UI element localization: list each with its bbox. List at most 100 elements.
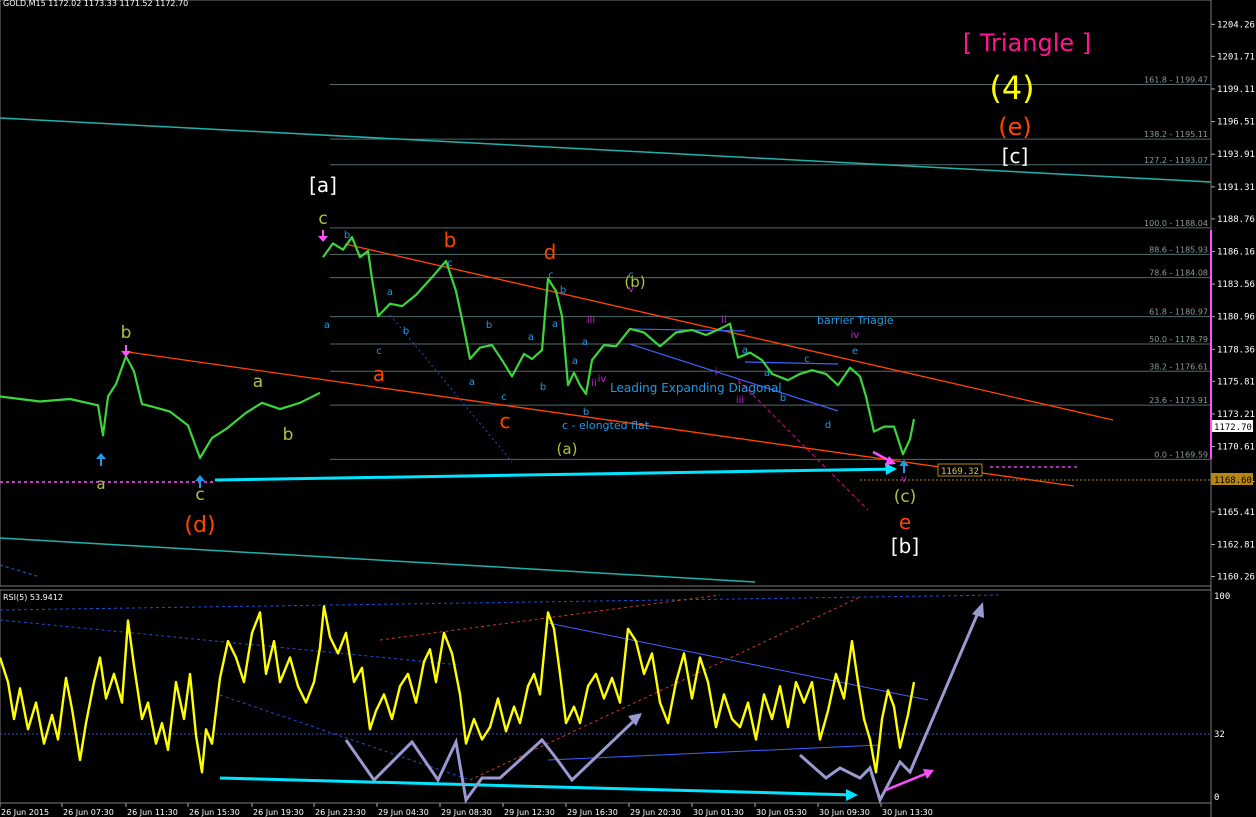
roman-ii-label: ii [591, 378, 597, 389]
cyan-support-arrow [214, 467, 896, 482]
price-tick-label: 1193.91 [1217, 150, 1255, 160]
green-b-label: b [121, 323, 132, 343]
wave-a-bracket-label: [a] [309, 173, 337, 197]
sub-d-label: d [825, 420, 831, 431]
orange-a-label: a [373, 362, 385, 386]
time-tick-label: 29 Jun 16:30 [567, 808, 618, 817]
chart-canvas: 161.8 - 1199.47 138.2 - 1195.11 127.2 - 11… [0, 0, 1255, 817]
rsi-dotted-3 [219, 694, 471, 781]
sub-e-label: e [852, 346, 858, 357]
level-box-label: 1169.32 [941, 467, 979, 477]
rsi-tick-100: 100 [1214, 592, 1230, 602]
sub-b-label-4: b [540, 382, 546, 393]
fib-label: 38.2 - 1176.61 [1149, 362, 1208, 371]
rsi-panel: RSI(5) 53.9412 100 32 0 [0, 592, 1230, 804]
wave-b-bracket-label: [b] [891, 534, 919, 558]
fib-label: 23.6 - 1173.91 [1149, 396, 1208, 405]
roman-iv-label-2: iv [851, 330, 860, 341]
price-tick-label: 1173.21 [1217, 410, 1255, 420]
roman-ii-label-2: ii [721, 315, 727, 326]
leading-diagonal-label: Leading Expanding Diagonal [610, 381, 782, 395]
current-price-tag: 1172.70 [1214, 423, 1252, 433]
sub-c-label: c [376, 346, 382, 357]
rsi-label: RSI(5) 53.9412 [3, 593, 63, 602]
price-tick-label: 1162.81 [1217, 540, 1255, 550]
roman-iii-label: iii [587, 315, 595, 326]
price-tick-label: 1180.96 [1217, 313, 1255, 323]
sub-b-label: b [344, 230, 350, 241]
green-a-label: a [253, 372, 263, 392]
price-tick-label: 1201.71 [1217, 52, 1255, 62]
fib-label: 127.2 - 1193.07 [1144, 156, 1208, 165]
time-tick-label: 26 Jun 19:30 [253, 808, 304, 817]
barrier-triangle-label: barrier Triagle [817, 314, 894, 327]
sub-a-label-4: a [528, 332, 534, 343]
sub-c-label-4: c [548, 270, 554, 281]
orange-d-label: d [544, 240, 557, 264]
green-a-label-2: a [96, 475, 105, 493]
fib-label: 138.2 - 1195.11 [1144, 130, 1208, 139]
price-tick-label: 1191.31 [1217, 183, 1255, 193]
wave-a-paren-label: (a) [557, 440, 578, 458]
time-tick-label: 26 Jun 11:30 [127, 808, 178, 817]
price-tick-label: 1160.26 [1217, 572, 1255, 582]
roman-iii-label-2: iii [736, 395, 744, 406]
triangle-barrier-line [744, 361, 839, 365]
price-tick-label: 1188.76 [1217, 215, 1255, 225]
sub-b-label-7: b [780, 393, 786, 404]
wave-c-paren-label: (c) [894, 487, 917, 507]
chart-title: GOLD,M15 1172.02 1173.33 1171.52 1172.70 [3, 0, 188, 8]
price-tick-label: 1204.26 [1217, 20, 1255, 30]
triangle-label: [ Triangle ] [963, 29, 1091, 57]
wave-c-bracket-label: [c] [1002, 144, 1029, 168]
rsi-dotted-1 [0, 594, 1001, 611]
sub-a-label: a [324, 320, 330, 331]
sub-a-label-2: a [387, 287, 393, 298]
time-tick-label: 29 Jun 04:30 [378, 808, 429, 817]
price-tick-label: 1165.41 [1217, 508, 1255, 518]
rsi-cyan-line [219, 776, 856, 797]
sub-c-label-2: c [447, 258, 453, 269]
down-arrow-icon [121, 345, 131, 357]
wave-e-paren-label: (e) [998, 113, 1032, 141]
price-tick-label: 1199.11 [1217, 85, 1255, 95]
blue-dotted-diagonal [389, 314, 513, 463]
rsi-tick-32: 32 [1214, 730, 1225, 740]
time-tick-label: 29 Jun 08:30 [441, 808, 492, 817]
time-tick-label: 30 Jun 01:30 [693, 808, 744, 817]
sub-a-label-3: a [469, 377, 475, 388]
time-tick-label: 26 Jun 2015 [1, 808, 49, 817]
sub-c-label-6: c [804, 354, 810, 365]
rsi-cyan-arrowhead [846, 789, 858, 801]
fibonacci-levels: 161.8 - 1199.47 138.2 - 1195.11 127.2 - 11… [330, 75, 1211, 460]
sub-a-label-6: a [572, 356, 578, 367]
time-tick-label: 29 Jun 20:30 [630, 808, 681, 817]
blue-dash-left [0, 564, 41, 578]
sub-c-label-3: c [501, 392, 507, 403]
roman-i-label: i [715, 367, 718, 378]
sub-a-label-7: a [582, 337, 588, 348]
price-tick-label: 1183.56 [1217, 280, 1255, 290]
trend-lines [0, 117, 1212, 583]
time-tick-label: 30 Jun 09:30 [819, 808, 870, 817]
sub-b-label-2: b [403, 326, 409, 337]
green-c-label: c [195, 485, 204, 505]
sub-a-label-5: a [552, 319, 558, 330]
price-tick-label: 1175.81 [1217, 377, 1255, 387]
marker-price-tag: 1168.60 [1214, 476, 1252, 486]
price-tick-label: 1196.51 [1217, 118, 1255, 128]
time-axis: 26 Jun 2015 26 Jun 07:30 26 Jun 11:30 26 Ju… [0, 803, 933, 817]
green-c-label-2: c [318, 209, 327, 229]
time-tick-label: 29 Jun 12:30 [504, 808, 555, 817]
fib-label: 161.8 - 1199.47 [1144, 75, 1208, 84]
roman-iv-label: iv [598, 374, 607, 385]
rsi-up-arrowhead [972, 602, 984, 618]
price-axis: 1204.26 1201.71 1199.11 1196.51 1193.91 1191.… [1211, 20, 1255, 582]
sub-b-label-5: b [560, 285, 566, 296]
up-arrow-icon [96, 453, 106, 466]
elongated-flat-label: c - elongted flat [562, 419, 650, 432]
fib-label: 50.0 - 1178.79 [1149, 335, 1208, 344]
wave-d-paren-label: (d) [184, 513, 215, 538]
sub-b-label-3: b [486, 320, 492, 331]
roman-v-label: v [628, 284, 634, 295]
